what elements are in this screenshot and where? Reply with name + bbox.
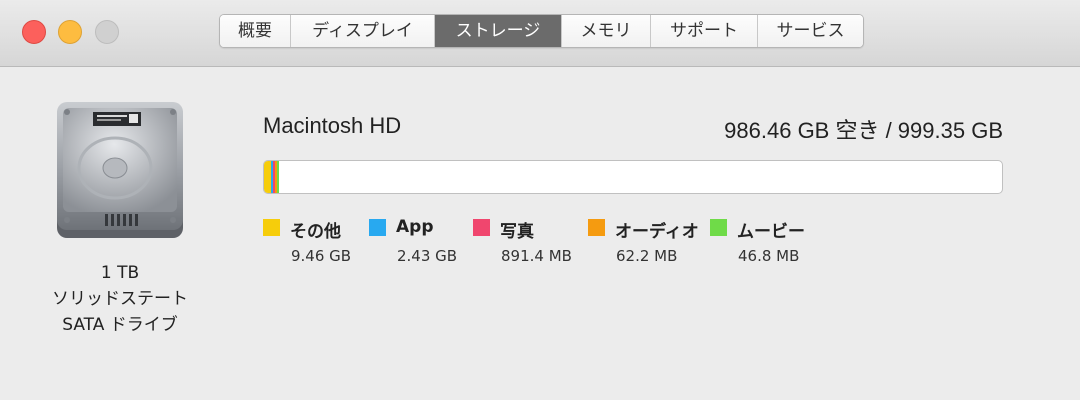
drive-interface: SATA ドライブ [62,315,178,335]
zoom-button[interactable] [95,20,119,44]
legend-label: ムービー [737,222,805,242]
tab-displays[interactable]: ディスプレイ [290,15,434,47]
title-bar: 概要 ディスプレイ ストレージ メモリ サポート サービス [0,0,1080,67]
tab-bar: 概要 ディスプレイ ストレージ メモリ サポート サービス [219,14,864,48]
legend-size: 2.43 GB [397,247,458,265]
legend-label: App [396,217,434,237]
tab-overview[interactable]: 概要 [220,15,290,47]
tab-service[interactable]: サービス [757,15,863,47]
volume-name: Macintosh HD [263,113,402,138]
legend-swatch [710,219,727,236]
usage-segment [264,161,271,193]
tab-storage[interactable]: ストレージ [434,15,561,47]
tab-support[interactable]: サポート [650,15,757,47]
legend-size: 9.46 GB [291,247,352,265]
close-button[interactable] [22,20,46,44]
legend-label: 写真 [500,222,534,242]
drive-capacity: 1 TB [100,263,140,283]
legend-swatch [588,219,605,236]
drive-type: ソリッドステート [52,289,188,309]
legend-swatch [263,219,280,236]
hard-drive-icon [55,100,185,240]
storage-usage-bar[interactable] [263,160,1003,194]
legend-label: オーディオ [615,222,699,242]
drive-info: 1 TB ソリッドステート SATA ドライブ [0,260,240,338]
legend-size: 891.4 MB [501,247,572,265]
storage-legend: その他 9.46 GB App 2.43 GB 写真 891.4 MB オーディ… [263,217,883,277]
minimize-button[interactable] [58,20,82,44]
volume-space: 986.46 GB 空き / 999.35 GB [724,118,1003,143]
legend-size: 62.2 MB [616,247,678,265]
tab-memory[interactable]: メモリ [561,15,650,47]
about-this-mac-window: 概要 ディスプレイ ストレージ メモリ サポート サービス 1 TB ソリッドス… [0,0,1080,400]
legend-size: 46.8 MB [738,247,800,265]
legend-swatch [473,219,490,236]
legend-label: その他 [290,222,341,242]
legend-swatch [369,219,386,236]
usage-segment [277,161,279,193]
